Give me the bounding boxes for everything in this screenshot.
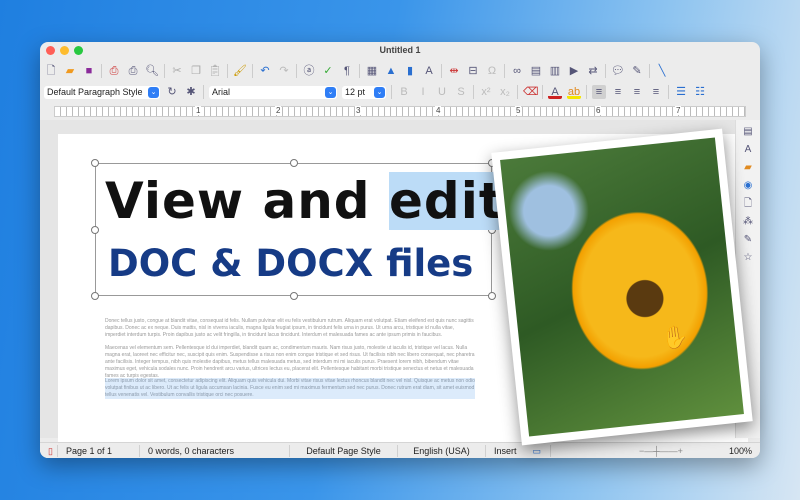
special-character-icon[interactable]: Ω	[485, 64, 499, 78]
font-size-value: 12 pt	[345, 86, 366, 97]
selection-mode-icon[interactable]: ▭	[525, 444, 551, 457]
paragraph-style-value: Default Paragraph Style	[47, 86, 143, 97]
close-button[interactable]	[46, 46, 55, 55]
minimize-button[interactable]	[60, 46, 69, 55]
ruler-mark: 1	[195, 106, 202, 115]
line-icon[interactable]: ╲	[655, 64, 669, 78]
redo-icon[interactable]: ↷	[277, 64, 291, 78]
zoom-level[interactable]: 100%	[721, 445, 760, 457]
font-size-select[interactable]: 12 pt ⌄	[342, 85, 386, 99]
insert-table-icon[interactable]: ▦	[365, 64, 379, 78]
align-center-icon[interactable]: ≡	[611, 85, 625, 99]
highlight-color-icon[interactable]: ab	[567, 85, 581, 99]
heading-line-1[interactable]: View and edit	[105, 172, 506, 230]
manage-changes-icon[interactable]: ✎	[742, 234, 754, 246]
footnote-icon[interactable]: ▤	[529, 64, 543, 78]
chevron-down-icon: ⌄	[374, 86, 385, 98]
sunflower-image	[500, 137, 744, 437]
heading-line-2[interactable]: DOC & DOCX files	[108, 242, 473, 285]
italic-icon[interactable]: I	[416, 85, 430, 99]
export-pdf-icon[interactable]: ⎙	[107, 64, 121, 78]
align-right-icon[interactable]: ≡	[630, 85, 644, 99]
language[interactable]: English (USA)	[398, 444, 486, 457]
ruler-mark: 3	[355, 106, 362, 115]
hand-cursor-icon: ✋	[660, 323, 691, 352]
insert-mode[interactable]: Insert	[486, 445, 525, 457]
font-name-select[interactable]: Arial ⌄	[209, 85, 337, 99]
paragraph-style-select[interactable]: Default Paragraph Style ⌄	[44, 85, 160, 99]
comment-icon[interactable]: 💬︎	[611, 64, 625, 78]
find-replace-icon[interactable]: ⓐ	[302, 64, 316, 78]
endnote-icon[interactable]: ▥	[548, 64, 562, 78]
chevron-down-icon: ⌄	[325, 86, 336, 98]
page-break-icon[interactable]: ⇹	[447, 64, 461, 78]
standard-toolbar: 🗋 ▰ ■ ⎙ ⎙ 🔍︎ ✂ ❐ 📋︎ 🖌︎ ↶ ↷ ⓐ ✓ ¶ ▦ ▲ ▮ A…	[44, 62, 669, 80]
print-icon[interactable]: ⎙	[126, 64, 140, 78]
clear-formatting-icon[interactable]: ⌫	[523, 85, 539, 99]
title-bar: Untitled 1	[40, 42, 760, 59]
word-count: 0 words, 0 characters	[140, 444, 290, 457]
print-preview-icon[interactable]: 🔍︎	[145, 64, 159, 78]
paste-icon[interactable]: 📋︎	[208, 64, 222, 78]
underline-icon[interactable]: U	[435, 85, 449, 99]
ruler-mark: 2	[275, 106, 282, 115]
save-icon[interactable]: ■	[82, 64, 96, 78]
style-inspector-icon[interactable]: ⁂	[742, 216, 754, 228]
bold-icon[interactable]: B	[397, 85, 411, 99]
navigator-icon[interactable]: ◉	[742, 180, 754, 192]
hyperlink-icon[interactable]: ∞	[510, 64, 524, 78]
font-name-value: Arial	[212, 86, 231, 97]
sunflower-photo[interactable]: ✋	[491, 128, 753, 446]
zoom-button[interactable]	[74, 46, 83, 55]
insert-textbox-icon[interactable]: A	[422, 64, 436, 78]
insert-image-icon[interactable]: ▲	[384, 64, 398, 78]
window-title: Untitled 1	[379, 45, 421, 55]
status-bar: ▯ Page 1 of 1 0 words, 0 characters Defa…	[40, 442, 760, 458]
body-paragraph[interactable]: Maecenas vel elementum sem. Pellentesque…	[105, 345, 475, 380]
strikethrough-icon[interactable]: S	[454, 85, 468, 99]
properties-icon[interactable]: ▤	[742, 126, 754, 138]
page-count[interactable]: Page 1 of 1	[58, 444, 140, 457]
styles-icon[interactable]: A	[742, 144, 754, 156]
ruler-mark: 7	[675, 106, 682, 115]
clone-formatting-icon[interactable]: 🖌︎	[233, 64, 247, 78]
track-changes-icon[interactable]: ✎	[630, 64, 644, 78]
page-style[interactable]: Default Page Style	[290, 444, 398, 457]
copy-icon[interactable]: ❐	[189, 64, 203, 78]
bullet-list-icon[interactable]: ☰	[674, 85, 688, 99]
formatting-toolbar: Default Paragraph Style ⌄ ↻ ✱ Arial ⌄ 12 p…	[44, 83, 707, 101]
selected-paragraph[interactable]: Lorem ipsum dolor sit amet, consectetur …	[105, 378, 475, 399]
ruler-mark: 4	[435, 106, 442, 115]
chevron-down-icon: ⌄	[148, 86, 159, 98]
cut-icon[interactable]: ✂	[170, 64, 184, 78]
cross-reference-icon[interactable]: ⇄	[586, 64, 600, 78]
font-color-icon[interactable]: A	[548, 85, 562, 99]
justify-icon[interactable]: ≡	[649, 85, 663, 99]
body-paragraph[interactable]: Donec tellus justo, congue at blandit vi…	[105, 318, 475, 339]
bookmark-icon[interactable]: ▶	[567, 64, 581, 78]
spelling-icon[interactable]: ✓	[321, 64, 335, 78]
update-style-icon[interactable]: ↻	[165, 85, 179, 99]
undo-icon[interactable]: ↶	[258, 64, 272, 78]
numbered-list-icon[interactable]: ☷	[693, 85, 707, 99]
document-modified-icon: ▯	[40, 444, 58, 457]
zoom-slider[interactable]: −—┼——+	[631, 445, 721, 457]
ruler-mark: 5	[515, 106, 522, 115]
insert-field-icon[interactable]: ⊟	[466, 64, 480, 78]
new-style-icon[interactable]: ✱	[184, 85, 198, 99]
heading-text: View and	[105, 172, 389, 230]
subscript-icon[interactable]: x₂	[498, 85, 512, 99]
formatting-marks-icon[interactable]: ¶	[340, 64, 354, 78]
open-folder-icon[interactable]: ▰	[63, 64, 77, 78]
selected-text: edit	[389, 172, 504, 230]
superscript-icon[interactable]: x²	[479, 85, 493, 99]
design-icon[interactable]: ☆	[742, 252, 754, 264]
ruler-mark: 6	[595, 106, 602, 115]
insert-chart-icon[interactable]: ▮	[403, 64, 417, 78]
page-icon[interactable]: 🗋	[742, 198, 754, 210]
horizontal-ruler[interactable]: 1 2 3 4 5 6 7	[54, 106, 746, 117]
align-left-icon[interactable]: ≡	[592, 85, 606, 99]
new-document-icon[interactable]: 🗋	[44, 64, 58, 78]
gallery-icon[interactable]: ▰	[742, 162, 754, 174]
